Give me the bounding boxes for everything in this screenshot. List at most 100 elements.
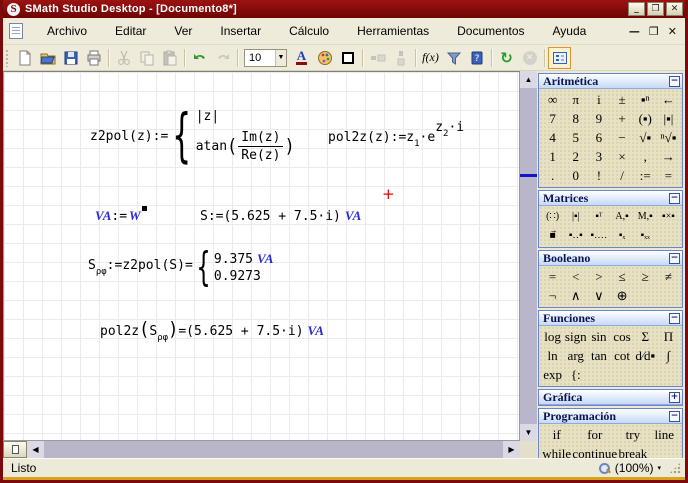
palette-button[interactable]: i [587,90,610,109]
recalculate-button[interactable]: ↻ [495,47,518,69]
mdi-close-button[interactable]: ✕ [668,25,677,38]
palette-button[interactable]: Σ [634,327,657,346]
menu-item[interactable]: Cálculo [275,20,343,42]
palette-header[interactable]: Matrices − [539,191,682,206]
palette-header[interactable]: Programación − [539,409,682,424]
palette-button[interactable]: 7 [541,109,564,128]
palette-button[interactable]: arg [564,346,587,365]
palette-button[interactable]: {: [564,365,587,384]
palette-button[interactable]: ▪×▪ [657,207,680,226]
palette-button[interactable]: ▪‥▪ [564,226,587,245]
maximize-button[interactable]: ❐ [647,2,664,16]
palette-button[interactable]: = [657,166,680,185]
menu-item[interactable]: Ver [160,20,206,42]
palette-button[interactable]: 6 [587,128,610,147]
font-color-button[interactable]: A [290,47,313,69]
palette-button[interactable]: (∷) [541,207,564,226]
font-size-combo[interactable]: 10 ▼ [244,49,287,67]
palette-header[interactable]: Funciones − [539,311,682,326]
palette-button[interactable]: ≥ [634,267,657,286]
collapse-icon[interactable]: − [669,411,680,422]
palette-button[interactable]: ▪ₓ [610,226,633,245]
filter-button[interactable] [442,47,465,69]
collapse-icon[interactable]: − [669,193,680,204]
palette-button[interactable]: := [634,166,657,185]
new-sheet-button[interactable] [3,441,27,458]
palette-button[interactable]: ▪⃗ [541,226,564,245]
palette-button[interactable]: A,▪ [610,207,633,226]
palette-button[interactable]: for [572,425,617,444]
palette-button[interactable]: d∕d▪ [634,346,657,365]
scroll-left-icon[interactable]: ◀ [27,441,44,458]
palette-button[interactable]: × [610,147,633,166]
palette-button[interactable]: ≠ [657,267,680,286]
palette-button[interactable]: ∨ [587,286,610,305]
vertical-scrollbar[interactable]: ▲ ▼ [520,71,537,441]
palette-button[interactable]: log [541,327,564,346]
close-button[interactable]: ✕ [666,2,683,16]
palette-button[interactable]: 5 [564,128,587,147]
palette-button[interactable]: |▪| [564,207,587,226]
palette-button[interactable]: / [610,166,633,185]
horizontal-scrollbar[interactable]: ◀ ▶ [3,441,520,458]
zoom-control[interactable]: (100%) ▾ [598,461,685,475]
chevron-down-icon[interactable]: ▼ [275,50,286,66]
mdi-minimize-button[interactable]: — [629,25,640,38]
palette-button[interactable]: ▪ᵀ [587,207,610,226]
menu-item[interactable]: Insertar [206,20,275,42]
horizontal-scroll-thumb[interactable] [44,441,503,458]
formula-pol2z-definition[interactable]: pol2z(z):=z1·ez2·i [328,120,464,149]
palette-button[interactable]: 0 [564,166,587,185]
palette-button[interactable]: try [617,425,648,444]
palette-button[interactable]: 4 [541,128,564,147]
mdi-restore-button[interactable]: ❐ [649,25,659,38]
formula-srhophi-result[interactable]: Sρφ:=z2pol(S)= { 9.375VA 0.9273 [88,250,273,285]
palette-button[interactable]: ▪‥‥ [587,226,610,245]
palette-button[interactable]: < [564,267,587,286]
menu-item[interactable]: Ayuda [539,20,601,42]
palette-button[interactable]: Π [657,327,680,346]
save-button[interactable] [59,47,82,69]
palette-button[interactable]: ⊕ [610,286,633,305]
palette-button[interactable]: ⁿ√▪ [657,128,680,147]
border-button[interactable] [336,47,359,69]
palette-button[interactable]: ▪ₓₓ [634,226,657,245]
palette-button[interactable]: 2 [564,147,587,166]
new-button[interactable] [13,47,36,69]
open-button[interactable] [36,47,59,69]
palette-button[interactable]: 8 [564,109,587,128]
palette-button[interactable]: ∫ [657,346,680,365]
toolbar-grip[interactable] [5,49,10,67]
palette-button[interactable]: . [541,166,564,185]
formula-z2pol-definition[interactable]: z2pol(z):= { |z| atan( Im(z)Re(z) ) [90,106,295,166]
palette-button[interactable]: (▪) [634,109,657,128]
collapse-icon[interactable]: − [669,313,680,324]
palette-button[interactable]: 1 [541,147,564,166]
print-button[interactable] [82,47,105,69]
menu-item[interactable]: Archivo [33,20,101,42]
chevron-down-icon[interactable]: ▾ [657,464,661,472]
vertical-scroll-thumb[interactable] [520,88,537,424]
palette-button[interactable]: exp [541,365,564,384]
palette-button[interactable]: ← [657,90,680,109]
collapse-icon[interactable]: − [669,76,680,87]
palette-button[interactable]: 9 [587,109,610,128]
palette-button[interactable]: ! [587,166,610,185]
background-color-button[interactable] [313,47,336,69]
palette-button[interactable]: while [541,444,572,458]
minimize-button[interactable]: _ [628,2,645,16]
palette-button[interactable]: → [657,147,680,166]
palette-button[interactable]: cos [610,327,633,346]
font-size-value[interactable]: 10 [245,52,275,64]
palette-button[interactable]: break [617,444,648,458]
palette-button[interactable]: ¬ [541,286,564,305]
palette-button[interactable]: , [634,147,657,166]
palette-button[interactable]: + [610,109,633,128]
palette-button[interactable]: ▪ⁿ [634,90,657,109]
palette-button[interactable]: sin [587,327,610,346]
menu-item[interactable]: Editar [101,20,160,42]
expand-icon[interactable]: + [669,392,680,403]
formula-s-assignment[interactable]: S:=(5.625 + 7.5·i)VA [200,208,361,224]
palette-button[interactable]: ≤ [610,267,633,286]
palette-button[interactable]: ∧ [564,286,587,305]
